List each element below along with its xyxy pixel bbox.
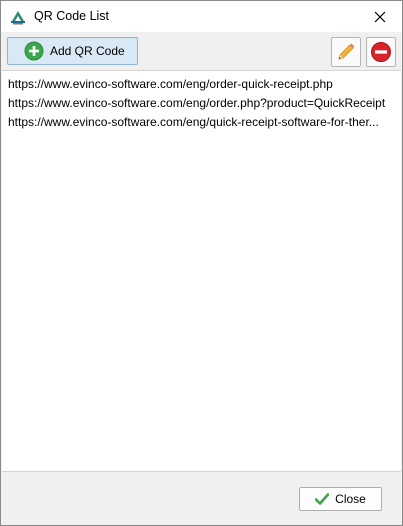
close-button-label: Close — [335, 492, 366, 506]
add-qr-code-button[interactable]: Add QR Code — [7, 37, 138, 65]
minus-circle-icon — [371, 42, 391, 62]
toolbar: Add QR Code — [1, 32, 402, 70]
checkmark-icon — [315, 493, 330, 505]
edit-button[interactable] — [331, 37, 361, 67]
close-icon — [374, 11, 386, 22]
window-title: QR Code List — [34, 9, 110, 23]
qr-code-list-dialog: QR Code List Add QR Code https://www.evi… — [0, 0, 403, 526]
add-qr-code-label: Add QR Code — [50, 44, 125, 58]
title-bar: QR Code List — [1, 1, 402, 32]
list-item[interactable]: https://www.evinco-software.com/eng/orde… — [8, 75, 398, 93]
list-item[interactable]: https://www.evinco-software.com/eng/quic… — [8, 113, 398, 131]
pencil-icon — [338, 43, 355, 60]
remove-button[interactable] — [366, 37, 396, 67]
list-item[interactable]: https://www.evinco-software.com/eng/orde… — [8, 94, 398, 112]
plus-circle-icon — [24, 41, 44, 61]
app-icon — [11, 11, 25, 25]
close-button[interactable]: Close — [299, 487, 382, 511]
window-close-button[interactable] — [357, 1, 403, 32]
qr-code-list[interactable]: https://www.evinco-software.com/eng/orde… — [2, 70, 401, 472]
